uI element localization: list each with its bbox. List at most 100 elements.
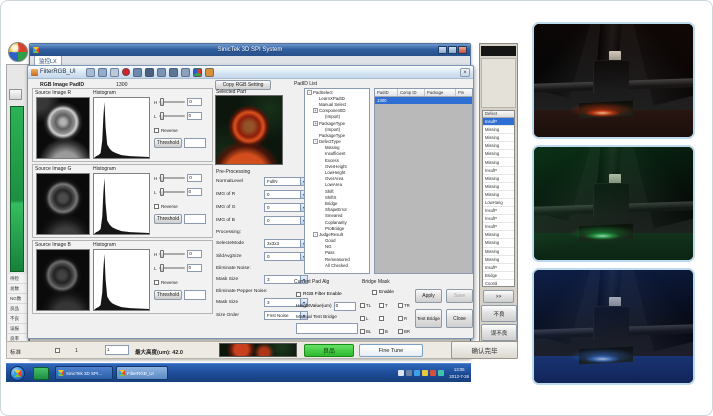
more-button[interactable]: >>: [483, 290, 514, 303]
false-ng-button[interactable]: 误不良: [481, 324, 517, 341]
bridge-mask-checkbox[interactable]: [360, 316, 365, 321]
record-icon[interactable]: [122, 68, 130, 76]
save-icon[interactable]: [98, 68, 107, 77]
fine-tune-button[interactable]: Fine Tune: [359, 344, 423, 357]
bridge-mask-checkbox[interactable]: [379, 303, 384, 308]
dialog-titlebar[interactable]: FilterRGB_UI ×: [28, 66, 473, 79]
l-slider[interactable]: [159, 115, 185, 117]
bridge-mask-checkbox[interactable]: [398, 303, 403, 308]
l-value-input[interactable]: 0: [187, 264, 202, 272]
l-slider[interactable]: [159, 191, 185, 193]
tree-expander-icon[interactable]: -: [313, 139, 318, 144]
pass-button[interactable]: 良品: [304, 344, 354, 357]
dropdown[interactable]: 0▾: [264, 252, 308, 261]
rgb-icon[interactable]: [193, 68, 202, 77]
tray-icon[interactable]: [422, 370, 428, 376]
select-region-icon[interactable]: [133, 68, 142, 77]
tree-item[interactable]: All Checked: [305, 262, 369, 268]
threshold-button[interactable]: Threshold: [154, 138, 182, 148]
tree-expander-icon[interactable]: +: [313, 121, 318, 126]
threshold-input[interactable]: [184, 290, 206, 300]
image-icon[interactable]: [157, 68, 166, 77]
open-icon[interactable]: [86, 68, 95, 77]
h-slider[interactable]: [159, 177, 185, 179]
minimize-button[interactable]: [438, 46, 447, 54]
ng-button[interactable]: 不良: [481, 305, 517, 322]
defect-row[interactable]: Bridge: [483, 272, 514, 280]
defect-row[interactable]: Missing: [483, 256, 514, 264]
column-header[interactable]: Package: [425, 89, 456, 96]
l-value-input[interactable]: 0: [187, 112, 202, 120]
apply-button[interactable]: Apply: [415, 289, 442, 303]
close-button[interactable]: [458, 46, 467, 54]
defect-row[interactable]: Missing: [483, 126, 514, 134]
column-header[interactable]: PadID: [375, 89, 398, 96]
defect-row[interactable]: InsufP: [483, 167, 514, 175]
test-bridge-button[interactable]: Test Bridge: [415, 309, 442, 328]
rgb-filter-enable-checkbox[interactable]: [296, 292, 301, 297]
defect-row[interactable]: Missing: [483, 239, 514, 247]
defect-row[interactable]: Missing: [483, 248, 514, 256]
threshold-button[interactable]: Threshold: [154, 214, 182, 224]
bridge-mask-checkbox[interactable]: [360, 329, 365, 334]
status-checkbox[interactable]: [55, 348, 60, 353]
padid-list-selected-row[interactable]: 1300: [375, 97, 472, 104]
threshold-input[interactable]: [184, 138, 206, 148]
main-window-titlebar[interactable]: SinicTek 3D SPI System: [30, 44, 470, 56]
bridge-mask-enable-checkbox[interactable]: [372, 290, 377, 295]
defect-row[interactable]: Missing: [483, 231, 514, 239]
app-logo-icon[interactable]: [8, 42, 28, 62]
defect-row[interactable]: Missing: [483, 134, 514, 142]
close-dialog-button[interactable]: Close: [446, 309, 473, 328]
bridge-mask-checkbox[interactable]: [379, 329, 384, 334]
h-value-input[interactable]: 0: [187, 250, 202, 258]
tray-icon[interactable]: [438, 370, 444, 376]
tray-icon[interactable]: [430, 370, 436, 376]
quick-launch-icon[interactable]: [33, 367, 49, 380]
start-button[interactable]: [10, 366, 25, 381]
layers-icon[interactable]: [169, 68, 178, 77]
h-slider[interactable]: [159, 253, 185, 255]
height-value-input[interactable]: 0: [334, 302, 356, 311]
dialog-close-icon[interactable]: ×: [460, 68, 470, 77]
defect-column-header[interactable]: Defect: [483, 111, 514, 118]
bridge-mask-checkbox[interactable]: [379, 316, 384, 321]
tree-expander-icon[interactable]: +: [313, 108, 318, 113]
tree-expander-icon[interactable]: -: [313, 232, 318, 237]
defect-row[interactable]: Missing: [483, 183, 514, 191]
tray-icon[interactable]: [414, 370, 420, 376]
taskbar-clock[interactable]: 13:05 2012-7-26: [449, 366, 469, 380]
manual-test-bridge-input[interactable]: [296, 323, 358, 334]
threshold-button[interactable]: Threshold: [154, 290, 182, 300]
measure-icon[interactable]: [181, 68, 190, 77]
threshold-input[interactable]: [184, 214, 206, 224]
defect-row[interactable]: InsufP: [483, 118, 514, 126]
defect-row[interactable]: Missing: [483, 158, 514, 166]
defect-row[interactable]: Missing: [483, 142, 514, 150]
defect-row[interactable]: Missing: [483, 191, 514, 199]
save-button[interactable]: Save: [446, 289, 473, 303]
defect-row[interactable]: InsufP: [483, 207, 514, 215]
defect-row[interactable]: LowHang: [483, 199, 514, 207]
small-toolbar-button[interactable]: [9, 89, 22, 100]
bridge-mask-checkbox[interactable]: [398, 329, 403, 334]
defect-row[interactable]: InsufP: [483, 223, 514, 231]
tray-icon[interactable]: [406, 370, 412, 376]
defect-row[interactable]: Missing: [483, 150, 514, 158]
help-icon[interactable]: [205, 68, 214, 77]
grid-icon[interactable]: [145, 68, 154, 77]
h-value-input[interactable]: 0: [187, 174, 202, 182]
tree-expander-icon[interactable]: -: [307, 90, 312, 95]
l-slider[interactable]: [159, 267, 185, 269]
column-header[interactable]: Comp ID: [398, 89, 425, 96]
cursor-icon[interactable]: [110, 68, 119, 77]
taskbar-item-spi[interactable]: SinicTek 3D SPI...: [55, 366, 113, 380]
column-header[interactable]: Pin: [456, 89, 472, 96]
reverse-checkbox[interactable]: [154, 128, 159, 133]
dropdown[interactable]: 0▾: [264, 190, 308, 199]
defect-row[interactable]: Coordi: [483, 280, 514, 287]
bridge-mask-checkbox[interactable]: [360, 303, 365, 308]
padid-list-body[interactable]: [375, 104, 472, 274]
bridge-mask-checkbox[interactable]: [398, 316, 403, 321]
taskbar-item-dialog[interactable]: FilterRGB_UI: [116, 366, 168, 380]
